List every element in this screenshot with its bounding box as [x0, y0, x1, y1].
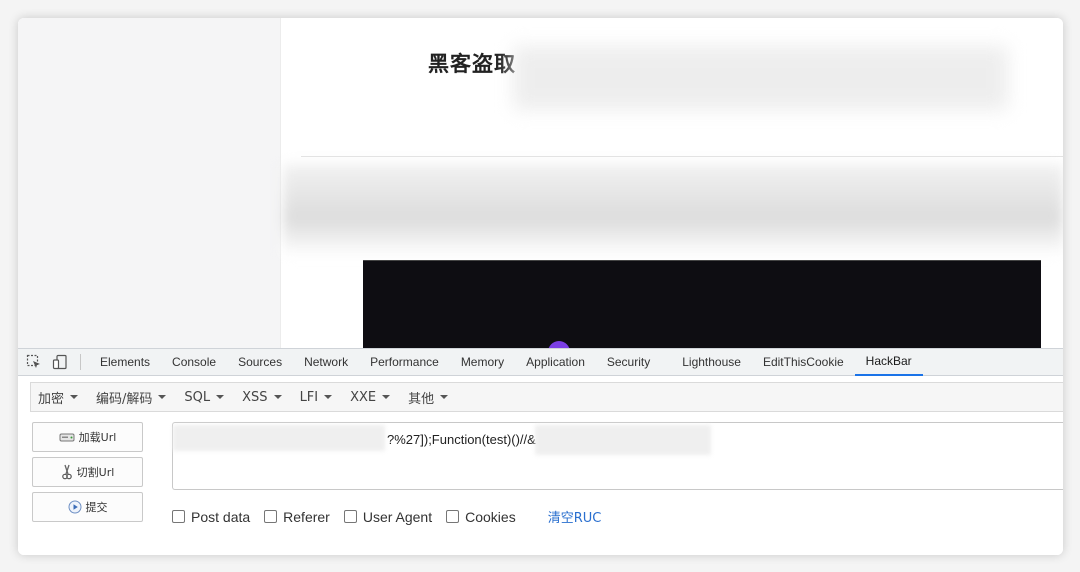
caret-down-icon [324, 395, 333, 399]
video-player[interactable] [363, 260, 1041, 363]
load-url-label: 加载Url [78, 431, 117, 444]
device-toolbar-icon[interactable] [50, 352, 70, 372]
option-user-agent[interactable]: User Agent [343, 508, 433, 525]
user-agent-checkbox[interactable] [343, 510, 357, 523]
option-label: User Agent [362, 508, 433, 525]
tab-elements[interactable]: Elements [89, 349, 161, 376]
menu-label: 加密 [38, 391, 65, 407]
devtools-tabbar: Elements Console Sources Network Perform… [18, 349, 1063, 376]
blurred-content-region [283, 164, 1063, 256]
tab-application[interactable]: Application [515, 349, 596, 376]
tab-sources[interactable]: Sources [227, 349, 293, 376]
menu-xss[interactable]: XSS [242, 389, 282, 405]
tab-hackbar[interactable]: HackBar [854, 349, 923, 376]
web-page: 黑客盗取 [18, 18, 1063, 363]
menu-encrypt[interactable]: 加密 [38, 388, 79, 407]
option-post-data[interactable]: Post data [172, 509, 250, 525]
option-referer[interactable]: Referer [264, 509, 330, 525]
execute-label: 提交 [85, 501, 108, 514]
menu-label: SQL [184, 389, 211, 405]
hackbar-options: Post data Referer User Agent Cookies 清空R… [172, 507, 601, 526]
option-cookies[interactable]: Cookies [446, 509, 516, 525]
play-icon [68, 500, 82, 514]
caret-down-icon [440, 395, 449, 399]
hackbar-menubar: 加密 编码/解码 SQL XSS LFI XXE 其他 [30, 382, 1063, 412]
divider [301, 156, 1063, 157]
menu-xxe[interactable]: XXE [350, 389, 391, 405]
tab-lighthouse[interactable]: Lighthouse [671, 349, 752, 376]
browser-window: 黑客盗取 Elements Console Sources Network Pe… [18, 18, 1063, 555]
caret-down-icon [70, 395, 79, 399]
caret-down-icon [216, 395, 225, 399]
menu-encode-decode[interactable]: 编码/解码 [96, 388, 167, 407]
caret-down-icon [382, 395, 391, 399]
split-url-button[interactable]: 切割Url [32, 457, 143, 487]
inspect-element-icon[interactable] [24, 352, 44, 372]
menu-label: LFI [299, 389, 319, 405]
menu-label: XSS [242, 389, 268, 405]
left-sidebar [18, 18, 281, 348]
menu-label: 编码/解码 [96, 391, 153, 407]
tab-editthiscookie[interactable]: EditThisCookie [752, 349, 855, 376]
blurred-title-region [513, 46, 1008, 110]
page-title: 黑客盗取 [428, 52, 516, 76]
option-label: Referer [283, 508, 330, 525]
tab-network[interactable]: Network [293, 349, 359, 376]
menu-lfi[interactable]: LFI [300, 390, 333, 405]
split-url-label: 切割Url [76, 466, 115, 479]
load-url-button[interactable]: 加载Url [32, 422, 143, 452]
blurred-url-suffix [535, 425, 711, 455]
url-value: ?%27]);Function(test)()//& [387, 432, 536, 447]
execute-button[interactable]: 提交 [32, 492, 143, 522]
drive-icon [59, 431, 75, 443]
menu-label: 其他 [408, 391, 435, 407]
menu-other[interactable]: 其他 [408, 388, 449, 407]
cookies-checkbox[interactable] [446, 510, 460, 523]
referer-checkbox[interactable] [264, 510, 278, 523]
caret-down-icon [158, 395, 167, 399]
toolbar-separator [80, 354, 81, 370]
url-textarea[interactable]: ?%27]);Function(test)()//& [172, 422, 1063, 490]
devtools-panel: Elements Console Sources Network Perform… [18, 348, 1063, 555]
clear-all-link[interactable]: 清空RUC [548, 507, 602, 526]
tab-console[interactable]: Console [161, 349, 227, 376]
tab-memory[interactable]: Memory [450, 349, 515, 376]
caret-down-icon [273, 395, 282, 399]
menu-label: XXE [350, 389, 377, 405]
scissors-icon [61, 464, 73, 480]
blurred-url-prefix [173, 425, 385, 451]
option-label: Cookies [465, 508, 516, 525]
menu-sql[interactable]: SQL [184, 389, 225, 405]
tab-security[interactable]: Security [596, 349, 661, 376]
post-data-checkbox[interactable] [172, 510, 185, 523]
tab-performance[interactable]: Performance [359, 349, 450, 376]
option-label: Post data [191, 508, 251, 525]
